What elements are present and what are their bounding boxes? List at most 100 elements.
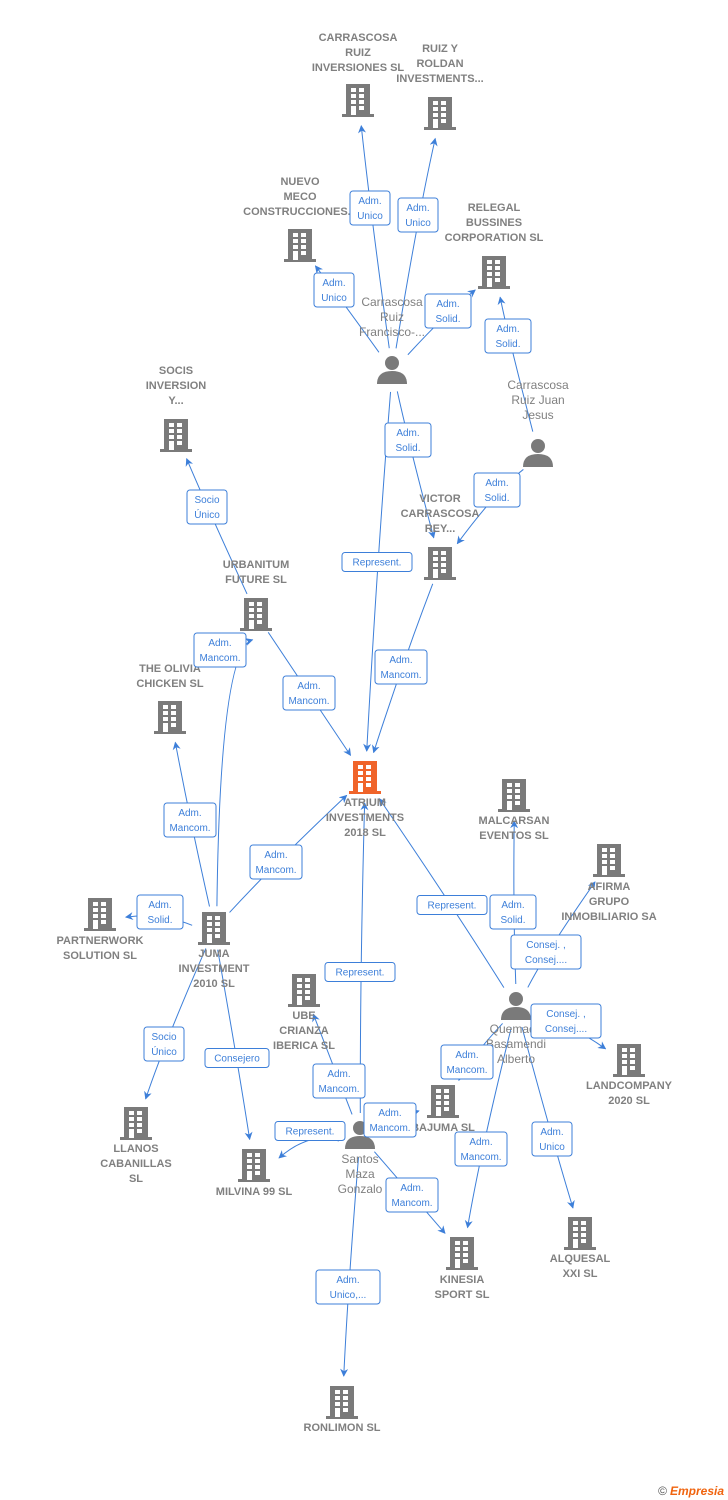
node-label[interactable]: REY... (425, 523, 456, 535)
building-icon[interactable] (349, 761, 381, 794)
node-label[interactable]: MECO (284, 191, 317, 203)
building-icon[interactable] (240, 598, 272, 631)
node-label[interactable]: LLANOS (113, 1143, 158, 1155)
node-label[interactable]: CRIANZA (279, 1025, 329, 1037)
relation-label[interactable]: Adm. Solid. (384, 422, 432, 458)
node-label[interactable]: Ruiz (380, 310, 404, 324)
node-nuevo-meco[interactable]: NUEVO MECO CONSTRUCCIONES... (243, 176, 357, 262)
relation-label[interactable]: Represent. (341, 552, 413, 572)
node-alquesal[interactable]: ALQUESAL XXI SL (550, 1217, 611, 1280)
node-label[interactable]: 2018 SL (344, 827, 386, 839)
node-label[interactable]: ATRIUM (344, 797, 386, 809)
building-icon[interactable] (84, 898, 116, 931)
node-label[interactable]: RUIZ (345, 47, 371, 59)
node-olivia[interactable]: THE OLIVIA CHICKEN SL (136, 663, 204, 734)
building-icon[interactable] (613, 1044, 645, 1077)
node-label[interactable]: Carrascosa (507, 378, 569, 392)
building-icon[interactable] (498, 779, 530, 812)
node-label[interactable]: IBERICA SL (273, 1040, 335, 1052)
relation-label[interactable]: Adm. Unico (349, 190, 391, 226)
relation-label[interactable]: Socio Único (186, 489, 228, 525)
node-label[interactable]: THE OLIVIA (139, 663, 201, 675)
relation-label[interactable]: Adm. Solid. (484, 318, 532, 354)
node-bajuma[interactable]: BAJUMA SL (411, 1085, 475, 1134)
relation-label[interactable]: Adm. Mancom. (385, 1177, 439, 1213)
node-label[interactable]: 2010 SL (193, 978, 235, 990)
building-icon[interactable] (154, 701, 186, 734)
empresia-footer[interactable]: © Empresia (658, 1484, 724, 1498)
node-label[interactable]: CARRASCOSA (319, 32, 398, 44)
relation-label[interactable]: Adm. Unico (397, 197, 439, 233)
relation-label[interactable]: Adm. Mancom. (454, 1131, 508, 1167)
node-label[interactable]: Y... (168, 395, 183, 407)
relation-label[interactable]: Adm. Unico (531, 1121, 573, 1157)
node-label[interactable]: ROLDAN (416, 58, 463, 70)
node-label[interactable]: RONLIMON SL (304, 1422, 381, 1434)
node-label[interactable]: Carrascosa (361, 295, 423, 309)
node-label[interactable]: Santos (341, 1152, 378, 1166)
node-label[interactable]: MALCARSAN (479, 815, 550, 827)
node-label[interactable]: INVESTMENTS (326, 812, 404, 824)
building-icon[interactable] (284, 229, 316, 262)
relation-label[interactable]: Adm. Solid. (424, 293, 472, 329)
node-socis[interactable]: SOCIS INVERSION Y... (146, 365, 207, 452)
building-icon[interactable] (427, 1085, 459, 1118)
node-carrascosa-inv[interactable]: CARRASCOSA RUIZ INVERSIONES SL (312, 32, 405, 117)
node-label[interactable]: CARRASCOSA (401, 508, 480, 520)
node-label[interactable]: Maza (345, 1167, 375, 1181)
node-francisco[interactable]: CarrascosaRuizFrancisco-... (359, 295, 425, 384)
node-label[interactable]: SPORT SL (434, 1289, 489, 1301)
building-icon[interactable] (120, 1107, 152, 1140)
building-icon[interactable] (564, 1217, 596, 1250)
node-label[interactable]: URBANITUM (223, 559, 290, 571)
node-label[interactable]: Francisco-... (359, 325, 425, 339)
node-urbanitum[interactable]: URBANITUM FUTURE SL (223, 559, 290, 631)
node-label[interactable]: RELEGAL (468, 202, 521, 214)
building-icon[interactable] (198, 912, 230, 945)
node-label[interactable]: CONSTRUCCIONES... (243, 206, 357, 218)
person-icon[interactable] (377, 356, 407, 384)
node-label[interactable]: LANDCOMPANY (586, 1080, 673, 1092)
relation-label[interactable]: Represent. (324, 962, 396, 982)
node-label[interactable]: XXI SL (563, 1268, 598, 1280)
relation-label[interactable]: Adm. Mancom. (374, 649, 428, 685)
node-label[interactable]: KINESIA (440, 1274, 485, 1286)
node-label[interactable]: CHICKEN SL (136, 678, 204, 690)
node-label[interactable]: BUSSINES (466, 217, 522, 229)
node-label[interactable]: ALQUESAL (550, 1253, 611, 1265)
node-ruiz-roldan[interactable]: RUIZ Y ROLDAN INVESTMENTS... (396, 43, 484, 130)
building-icon[interactable] (238, 1149, 270, 1182)
node-label[interactable]: Jesus (522, 408, 553, 422)
node-label[interactable]: SOLUTION SL (63, 950, 137, 962)
node-label[interactable]: AFIRMA (588, 881, 631, 893)
node-atrium[interactable]: ATRIUM INVESTMENTS 2018 SL (326, 761, 404, 839)
node-llanos[interactable]: LLANOS CABANILLAS SL (100, 1107, 172, 1185)
relation-label[interactable]: Consej. , Consej.... (510, 934, 582, 970)
building-icon[interactable] (288, 974, 320, 1007)
building-icon[interactable] (326, 1386, 358, 1419)
node-relegal[interactable]: RELEGAL BUSSINES CORPORATION SL (445, 202, 544, 289)
node-juan[interactable]: CarrascosaRuiz JuanJesus (507, 378, 569, 467)
relation-label[interactable]: Adm. Mancom. (282, 675, 336, 711)
building-icon[interactable] (478, 256, 510, 289)
relation-label[interactable]: Adm. Unico (313, 272, 355, 308)
node-label[interactable]: INVERSIONES SL (312, 62, 405, 74)
node-landcompany[interactable]: LANDCOMPANY 2020 SL (586, 1044, 673, 1107)
node-label[interactable]: NUEVO (280, 176, 320, 188)
relation-label[interactable]: Adm. Mancom. (193, 632, 247, 668)
building-icon[interactable] (593, 844, 625, 877)
node-label[interactable]: INVERSION (146, 380, 207, 392)
relation-label[interactable]: Adm. Unico,... (315, 1269, 381, 1305)
node-ronlimon[interactable]: RONLIMON SL (304, 1386, 381, 1434)
node-label[interactable]: Gonzalo (338, 1182, 383, 1196)
node-label[interactable]: Ruiz Juan (511, 393, 564, 407)
node-label[interactable]: CABANILLAS (100, 1158, 172, 1170)
relation-label[interactable]: Represent. (416, 895, 488, 915)
node-label[interactable]: FUTURE SL (225, 574, 287, 586)
node-label[interactable]: VICTOR (419, 493, 460, 505)
relation-label[interactable]: Adm. Mancom. (249, 844, 303, 880)
relation-label[interactable]: Adm. Solid. (473, 472, 521, 508)
node-label[interactable]: GRUPO (589, 896, 630, 908)
relation-label[interactable]: Adm. Mancom. (312, 1063, 366, 1099)
node-label[interactable]: INMOBILIARIO SA (561, 911, 656, 923)
